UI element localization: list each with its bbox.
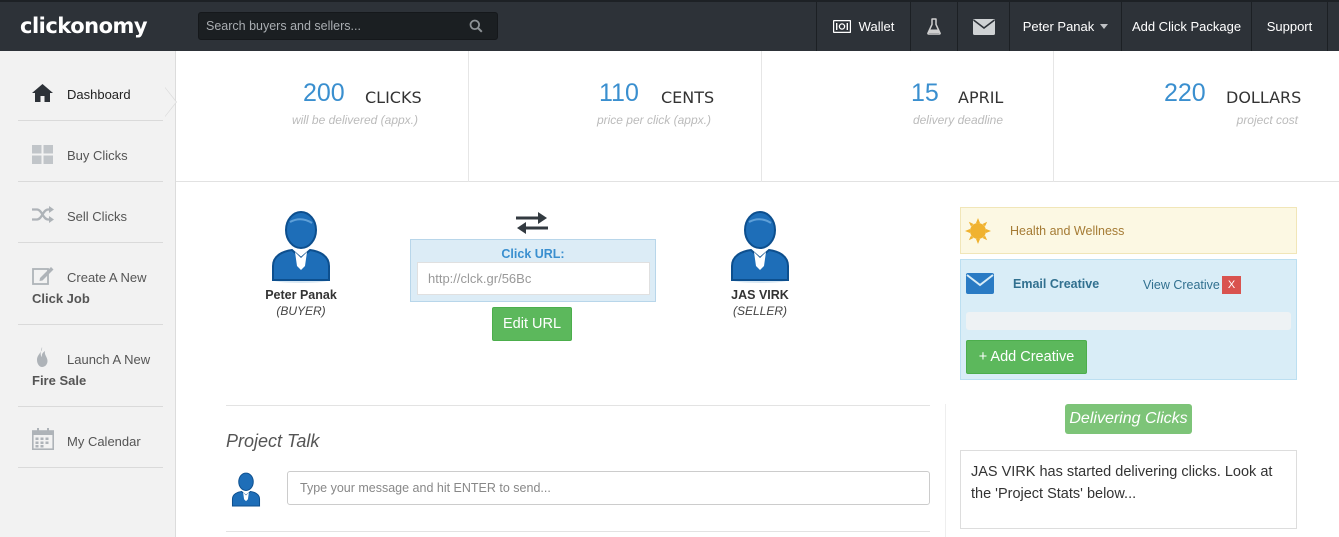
home-icon xyxy=(32,84,53,105)
sidebar-item-label: Launch A New xyxy=(67,352,151,367)
swap-arrows-icon xyxy=(516,212,548,239)
top-navbar: clickonomy Wallet Peter Panak Add Click … xyxy=(0,0,1339,51)
sidebar-item-label: My Calendar xyxy=(67,434,141,449)
edit-icon xyxy=(32,266,54,288)
stat-unit: DOLLARS xyxy=(1226,88,1302,107)
sidebar: Dashboard Buy Clicks Sell Clicks Create … xyxy=(0,51,177,537)
sun-icon xyxy=(965,218,991,249)
stat-unit: CENTS xyxy=(661,88,715,107)
sidebar-item-label: Buy Clicks xyxy=(67,148,128,163)
shuffle-icon xyxy=(32,206,54,226)
sidebar-item-label-secondary: Fire Sale xyxy=(32,373,87,388)
search-input[interactable] xyxy=(199,13,461,39)
fire-icon xyxy=(34,347,50,371)
envelope-icon xyxy=(966,273,994,299)
sidebar-item-label-secondary: Click Job xyxy=(32,291,90,306)
sidebar-item-launch-fire-sale[interactable]: Launch A New Fire Sale xyxy=(18,325,163,407)
stat-clicks: 200 CLICKS will be delivered (appx.) xyxy=(176,51,469,182)
lab-button[interactable] xyxy=(910,2,957,51)
user-avatar-icon xyxy=(729,210,791,284)
wallet-button[interactable]: Wallet xyxy=(816,2,910,51)
stat-unit: APRIL xyxy=(958,88,1004,107)
add-click-package-link[interactable]: Add Click Package xyxy=(1121,2,1251,51)
remove-creative-button[interactable]: X xyxy=(1222,276,1241,294)
seller-card: JAS VIRK (SELLER) xyxy=(710,210,810,318)
category-panel: Health and Wellness xyxy=(960,207,1297,254)
user-avatar-icon xyxy=(270,210,332,284)
click-url-field[interactable] xyxy=(417,262,650,295)
stat-unit: CLICKS xyxy=(365,88,422,107)
wallet-label: Wallet xyxy=(858,19,895,34)
stat-cost: 220 DOLLARS project cost xyxy=(1054,51,1339,182)
add-creative-button[interactable]: + Add Creative xyxy=(966,340,1087,374)
search-box xyxy=(198,12,498,40)
envelope-icon xyxy=(972,18,995,35)
navbar-end xyxy=(1327,2,1339,51)
caret-down-icon xyxy=(1100,24,1109,29)
divider xyxy=(226,531,930,532)
message-input[interactable] xyxy=(287,471,930,505)
stat-value: 200 xyxy=(303,79,345,107)
user-name: Peter Panak xyxy=(1022,19,1095,34)
stat-caption: will be delivered (appx.) xyxy=(291,113,418,127)
sidebar-item-dashboard[interactable]: Dashboard xyxy=(18,51,163,121)
flask-icon xyxy=(927,18,941,35)
sidebar-item-sell-clicks[interactable]: Sell Clicks xyxy=(18,182,163,243)
stat-cents: 110 CENTS price per click (appx.) xyxy=(469,51,762,182)
stat-deadline: 15 APRIL delivery deadline xyxy=(762,51,1054,182)
support-link[interactable]: Support xyxy=(1251,2,1327,51)
sidebar-item-buy-clicks[interactable]: Buy Clicks xyxy=(18,121,163,182)
edit-url-button[interactable]: Edit URL xyxy=(492,307,572,341)
stat-caption: delivery deadline xyxy=(912,113,1003,127)
creative-preview-bar xyxy=(966,312,1291,330)
user-avatar-icon xyxy=(231,472,261,513)
sidebar-item-create-click-job[interactable]: Create A New Click Job xyxy=(18,243,163,325)
stat-caption: price per click (appx.) xyxy=(596,113,711,127)
view-creative-link[interactable]: View Creative xyxy=(1143,278,1220,292)
email-creative-panel: Email Creative View Creative X + Add Cre… xyxy=(960,259,1297,380)
stats-row: 200 CLICKS will be delivered (appx.) 110… xyxy=(176,51,1339,182)
calendar-icon xyxy=(32,428,54,453)
category-label: Health and Wellness xyxy=(1010,224,1125,238)
column-separator xyxy=(945,404,946,537)
seller-name: JAS VIRK xyxy=(731,288,789,302)
buyer-role: (BUYER) xyxy=(276,304,326,318)
seller-role: (SELLER) xyxy=(732,304,788,318)
sidebar-item-my-calendar[interactable]: My Calendar xyxy=(18,407,163,468)
creative-title: Email Creative xyxy=(1013,277,1100,291)
buyer-card: Peter Panak (BUYER) xyxy=(251,210,351,318)
delivery-message: JAS VIRK has started delivering clicks. … xyxy=(960,450,1297,529)
sidebar-item-label: Create A New xyxy=(67,270,147,285)
divider xyxy=(226,405,930,406)
project-talk-title: Project Talk xyxy=(226,431,320,451)
search-icon[interactable] xyxy=(469,19,483,38)
logo[interactable]: clickonomy xyxy=(20,14,148,38)
active-indicator xyxy=(165,88,176,116)
stat-caption: project cost xyxy=(1236,113,1298,127)
delivery-status-badge: Delivering Clicks xyxy=(1065,404,1192,434)
click-url-label: Click URL: xyxy=(501,247,565,261)
user-menu[interactable]: Peter Panak xyxy=(1009,2,1121,51)
click-url-panel: Click URL: xyxy=(410,239,656,302)
main-content: Peter Panak (BUYER) Click URL: Edit URL … xyxy=(176,182,1339,537)
messages-button[interactable] xyxy=(957,2,1009,51)
grid-icon xyxy=(32,145,53,167)
stat-value: 220 xyxy=(1164,79,1206,107)
sidebar-item-label: Sell Clicks xyxy=(67,209,127,224)
buyer-name: Peter Panak xyxy=(265,288,337,302)
wallet-icon xyxy=(832,20,851,33)
stat-value: 15 xyxy=(911,79,939,107)
sidebar-item-label: Dashboard xyxy=(67,87,131,102)
stat-value: 110 xyxy=(599,79,639,107)
